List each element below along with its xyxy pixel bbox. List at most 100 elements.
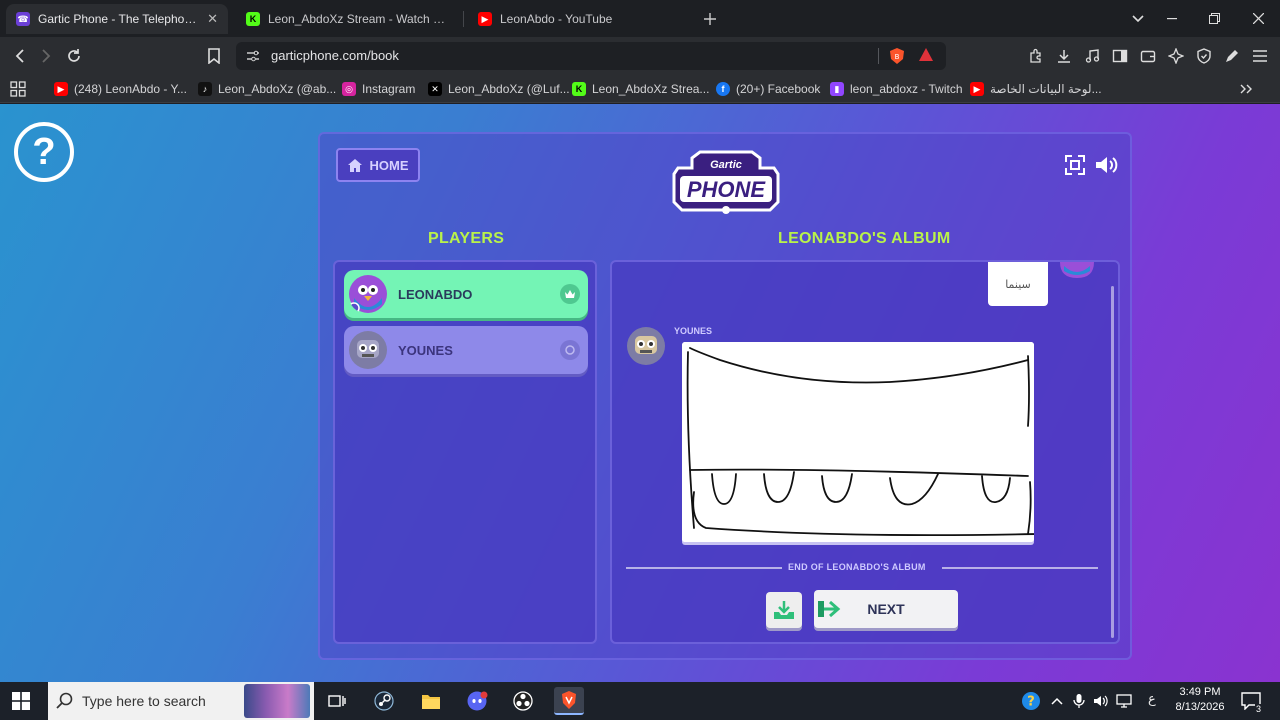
back-arrow-icon — [15, 49, 24, 63]
player-item-leonabdo[interactable]: LEONABDO — [344, 270, 588, 318]
url-separator — [878, 48, 879, 64]
task-view-icon[interactable] — [322, 687, 352, 715]
players-panel: LEONABDO YOUNES — [333, 260, 597, 644]
player-drawing — [682, 342, 1034, 542]
taskbar-search-box[interactable]: Type here to search — [48, 682, 314, 720]
drawing-author-label: YOUNES — [674, 326, 713, 336]
svg-text:PHONE: PHONE — [687, 177, 767, 202]
tab-title: LeonAbdo - YouTube — [500, 12, 613, 26]
minimize-button[interactable] — [1150, 0, 1194, 37]
volume-icon[interactable] — [1094, 152, 1120, 178]
taskbar-clock[interactable]: 3:49 PM 8/13/2026 — [1170, 685, 1230, 715]
restore-button[interactable] — [1192, 0, 1236, 37]
home-button[interactable]: HOME — [336, 148, 420, 182]
bookmark-youtube[interactable]: ▶ (248) LeonAbdo - Y... — [54, 80, 187, 98]
tab-title: Gartic Phone - The Telephone Ga — [38, 12, 199, 26]
bookmark-studio-dashboard[interactable]: ▶ لوحة البيانات الخاصة... — [970, 80, 1102, 98]
speaker-icon[interactable] — [1090, 687, 1112, 715]
youtube-favicon-icon: ▶ — [478, 12, 492, 26]
music-note-icon[interactable] — [1082, 46, 1102, 66]
bookmark-icon — [208, 48, 220, 64]
tab-title: Leon_AbdoXz Stream - Watch Live or — [268, 12, 448, 26]
microphone-icon[interactable] — [1068, 687, 1090, 715]
menu-hamburger-icon[interactable] — [1250, 46, 1270, 66]
instagram-icon: ◎ — [342, 82, 356, 96]
next-label: NEXT — [867, 601, 905, 617]
next-button[interactable]: NEXT — [814, 590, 958, 628]
vpn-shield-icon[interactable] — [1194, 46, 1214, 66]
restore-icon — [1208, 13, 1220, 24]
brave-shield-icon[interactable]: B — [888, 47, 906, 65]
notification-count: 3 — [1254, 704, 1262, 714]
album-panel: سينما YOUNES END OF LEONABDO'S ALBUM NEX… — [610, 260, 1120, 644]
kick-icon: K — [572, 82, 586, 96]
windows-start-icon[interactable] — [12, 692, 30, 710]
fullscreen-icon[interactable] — [1062, 152, 1088, 178]
sidebar-toggle-icon[interactable] — [1110, 46, 1130, 66]
album-scrollbar[interactable] — [1111, 286, 1114, 638]
svg-text:?: ? — [1027, 695, 1035, 710]
notifications-button[interactable]: 3 — [1238, 687, 1264, 715]
gartic-phone-page: ? HOME Gartic PHONE PLAYERS LEONABDO'S A… — [0, 104, 1280, 682]
site-settings-icon — [247, 50, 259, 62]
bookmark-instagram[interactable]: ◎ Instagram — [342, 80, 415, 98]
steam-icon[interactable] — [369, 687, 399, 715]
apps-grid-icon[interactable] — [8, 79, 28, 99]
player-item-younes[interactable]: YOUNES — [344, 326, 588, 374]
network-icon[interactable] — [1112, 687, 1136, 715]
input-language-indicator[interactable]: ع — [1148, 691, 1156, 707]
youtube-studio-icon: ▶ — [970, 82, 984, 96]
more-bookmarks-chevron-icon[interactable] — [1236, 79, 1256, 99]
tab-youtube[interactable]: ▶ LeonAbdo - YouTube — [468, 4, 690, 34]
discord-icon[interactable] — [462, 687, 492, 715]
search-placeholder: Type here to search — [82, 693, 206, 709]
bookmark-tiktok[interactable]: ♪ Leon_AbdoXz (@ab... — [198, 80, 336, 98]
album-title: LEONABDO'S ALBUM — [778, 230, 951, 247]
search-icon — [56, 692, 73, 709]
obs-studio-icon[interactable] — [508, 687, 538, 715]
help-button[interactable]: ? — [14, 122, 74, 182]
tiktok-icon: ♪ — [198, 82, 212, 96]
leo-ai-icon[interactable] — [1166, 46, 1186, 66]
pencil-extension-icon[interactable] — [1222, 46, 1242, 66]
reload-icon — [68, 49, 80, 62]
bookmark-twitch[interactable]: ▮ leon_abdoxz - Twitch — [830, 80, 963, 98]
clock-time: 3:49 PM — [1179, 686, 1221, 698]
clock-date: 8/13/2026 — [1175, 701, 1225, 713]
url-text: garticphone.com/book — [271, 48, 399, 63]
help-tray-icon[interactable]: ? — [1018, 687, 1044, 715]
bookmark-facebook[interactable]: f (20+) Facebook — [716, 80, 820, 98]
bookmark-label: Leon_AbdoXz Strea... — [592, 82, 710, 96]
new-tab-button[interactable] — [688, 0, 732, 37]
bookmarks-bar: ▶ (248) LeonAbdo - Y... ♪ Leon_AbdoXz (@… — [0, 75, 1280, 103]
wallet-icon[interactable] — [1138, 46, 1158, 66]
player-name: YOUNES — [398, 342, 453, 358]
url-field[interactable]: garticphone.com/book B — [236, 42, 946, 70]
reload-button[interactable] — [62, 45, 86, 67]
bookmark-x[interactable]: ✕ Leon_AbdoXz (@Luf... — [428, 80, 570, 98]
forward-button[interactable] — [34, 45, 58, 67]
bookmark-kick[interactable]: K Leon_AbdoXz Strea... — [572, 80, 709, 98]
brave-browser-taskbar-icon[interactable] — [554, 687, 584, 715]
download-tray-icon — [774, 601, 794, 619]
close-tab-icon[interactable]: ✕ — [207, 11, 218, 27]
extensions-puzzle-icon[interactable] — [1026, 46, 1046, 66]
download-icon[interactable] — [1054, 46, 1074, 66]
kick-favicon-icon: K — [246, 12, 260, 26]
tab-kick-stream[interactable]: K Leon_AbdoXz Stream - Watch Live or — [236, 4, 458, 34]
tab-gartic-phone[interactable]: ☎ Gartic Phone - The Telephone Ga ✕ — [6, 4, 228, 34]
bookmark-page-button[interactable] — [202, 45, 226, 67]
download-album-button[interactable] — [766, 592, 802, 628]
brave-rewards-icon[interactable] — [918, 47, 934, 63]
show-hidden-icons-chevron-icon[interactable] — [1046, 687, 1068, 715]
file-explorer-icon[interactable] — [416, 687, 446, 715]
end-divider-left — [626, 567, 782, 569]
purple-bird-avatar — [348, 275, 387, 314]
close-window-button[interactable] — [1236, 0, 1280, 37]
previous-guess-bubble: سينما — [988, 262, 1048, 306]
back-button[interactable] — [8, 45, 32, 67]
address-toolbar: garticphone.com/book B — [0, 37, 1280, 75]
home-label: HOME — [369, 157, 409, 173]
minimize-icon — [1167, 17, 1177, 19]
bookmark-label: (20+) Facebook — [736, 82, 821, 96]
